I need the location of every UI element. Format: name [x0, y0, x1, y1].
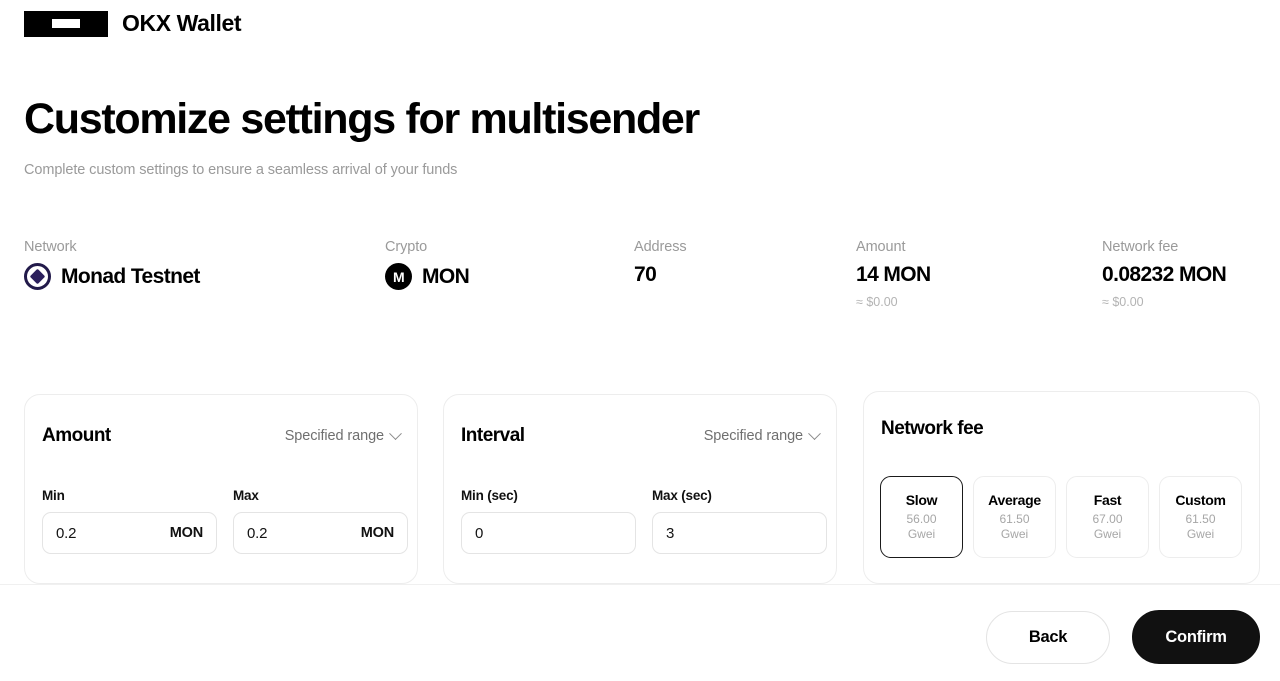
- back-button[interactable]: Back: [986, 610, 1110, 664]
- fee-option-fast-value: 67.00 Gwei: [1092, 512, 1122, 542]
- summary-amount-label: Amount: [856, 239, 906, 255]
- footer-divider: [0, 584, 1280, 585]
- amount-mode-label: Specified range: [284, 428, 384, 444]
- interval-card-title: Interval: [461, 425, 525, 446]
- amount-card-title: Amount: [42, 425, 111, 446]
- fee-option-fast[interactable]: Fast 67.00 Gwei: [1066, 476, 1149, 558]
- page-title: Customize settings for multisender: [24, 95, 700, 143]
- network-fee-card-title: Network fee: [881, 418, 984, 439]
- fee-option-fast-name: Fast: [1093, 492, 1122, 508]
- monad-icon: [24, 263, 51, 290]
- footer-actions: Back Confirm: [986, 610, 1260, 664]
- interval-card: Interval Specified range Min (sec) 0 Max…: [443, 394, 837, 584]
- fee-option-custom-name: Custom: [1175, 492, 1226, 508]
- interval-fields: Min (sec) 0 Max (sec) 3: [461, 488, 827, 554]
- interval-min-input[interactable]: 0: [461, 512, 636, 554]
- fee-option-fast-amount: 67.00: [1092, 512, 1123, 526]
- fee-option-slow-name: Slow: [905, 492, 938, 508]
- fee-option-fast-unit: Gwei: [1093, 527, 1122, 541]
- summary-strip: Network Monad Testnet Crypto M MON Addre…: [24, 239, 1260, 339]
- brand-name: OKX Wallet: [122, 10, 242, 36]
- fee-option-slow[interactable]: Slow 56.00 Gwei: [880, 476, 963, 558]
- amount-max-field: Max 0.2 MON: [233, 488, 408, 554]
- fee-option-slow-unit: Gwei: [907, 527, 936, 541]
- summary-amount-fiat: ≈ $0.00: [856, 295, 898, 309]
- amount-min-value: 0.2: [56, 524, 77, 542]
- summary-amount-value: 14 MON: [856, 263, 931, 286]
- summary-crypto: Crypto M MON: [385, 239, 470, 290]
- fee-option-average[interactable]: Average 61.50 Gwei: [973, 476, 1056, 558]
- summary-network-value: Monad Testnet: [61, 264, 200, 288]
- network-fee-card: Network fee Slow 56.00 Gwei Average 61.5…: [863, 391, 1260, 584]
- summary-address-label: Address: [634, 239, 687, 255]
- amount-card: Amount Specified range Min 0.2 MON Max 0…: [24, 394, 418, 584]
- summary-network-value-row: Monad Testnet: [24, 263, 200, 290]
- amount-max-label: Max: [233, 488, 259, 503]
- network-fee-card-header: Network fee: [881, 418, 1242, 440]
- summary-crypto-value: MON: [422, 264, 470, 288]
- summary-network: Network Monad Testnet: [24, 239, 200, 290]
- summary-fee-fiat: ≈ $0.00: [1102, 295, 1144, 309]
- interval-min-value: 0: [475, 524, 484, 542]
- amount-min-input[interactable]: 0.2 MON: [42, 512, 217, 554]
- fee-option-custom-amount: 61.50: [1185, 512, 1216, 526]
- interval-max-input[interactable]: 3: [652, 512, 827, 554]
- interval-card-header: Interval Specified range: [461, 425, 821, 447]
- amount-min-label: Min: [42, 488, 65, 503]
- amount-min-suffix: MON: [169, 525, 203, 541]
- interval-mode-label: Specified range: [703, 428, 803, 444]
- interval-mode-dropdown[interactable]: Specified range: [703, 426, 821, 444]
- fee-option-custom-value: 61.50 Gwei: [1185, 512, 1215, 542]
- fee-option-average-name: Average: [988, 492, 1041, 508]
- okx-logo-icon: [24, 10, 108, 37]
- app-header: OKX Wallet: [24, 10, 242, 37]
- summary-address-value: 70: [634, 263, 657, 286]
- summary-fee: Network fee 0.08232 MON ≈ $0.00: [1102, 239, 1227, 309]
- summary-fee-label: Network fee: [1102, 239, 1179, 255]
- amount-max-value: 0.2: [247, 524, 268, 542]
- chevron-down-icon: [808, 426, 821, 440]
- page-subtitle: Complete custom settings to ensure a sea…: [24, 162, 458, 178]
- amount-card-header: Amount Specified range: [42, 425, 402, 447]
- page-root: OKX Wallet Customize settings for multis…: [0, 0, 1280, 681]
- amount-fields: Min 0.2 MON Max 0.2 MON: [42, 488, 408, 554]
- amount-mode-dropdown[interactable]: Specified range: [284, 426, 402, 444]
- fee-option-custom[interactable]: Custom 61.50 Gwei: [1159, 476, 1242, 558]
- summary-network-label: Network: [24, 239, 77, 255]
- amount-max-input[interactable]: 0.2 MON: [233, 512, 408, 554]
- fee-option-average-unit: Gwei: [1000, 527, 1029, 541]
- interval-max-field: Max (sec) 3: [652, 488, 827, 554]
- mon-token-icon: M: [385, 263, 412, 290]
- amount-min-field: Min 0.2 MON: [42, 488, 217, 554]
- summary-fee-value: 0.08232 MON: [1102, 263, 1227, 286]
- fee-option-average-amount: 61.50: [999, 512, 1030, 526]
- fee-option-average-value: 61.50 Gwei: [999, 512, 1029, 542]
- summary-crypto-label: Crypto: [385, 239, 428, 255]
- fee-option-slow-amount: 56.00: [906, 512, 937, 526]
- interval-min-label: Min (sec): [461, 488, 518, 503]
- summary-address: Address 70: [634, 239, 687, 287]
- interval-max-label: Max (sec): [652, 488, 712, 503]
- fee-options: Slow 56.00 Gwei Average 61.50 Gwei Fast …: [880, 476, 1242, 558]
- chevron-down-icon: [389, 426, 402, 440]
- confirm-button[interactable]: Confirm: [1132, 610, 1260, 664]
- fee-option-slow-value: 56.00 Gwei: [906, 512, 936, 542]
- summary-amount: Amount 14 MON ≈ $0.00: [856, 239, 931, 309]
- interval-min-field: Min (sec) 0: [461, 488, 636, 554]
- summary-crypto-value-row: M MON: [385, 263, 470, 290]
- fee-option-custom-unit: Gwei: [1186, 527, 1215, 541]
- amount-max-suffix: MON: [360, 525, 394, 541]
- interval-max-value: 3: [666, 524, 675, 542]
